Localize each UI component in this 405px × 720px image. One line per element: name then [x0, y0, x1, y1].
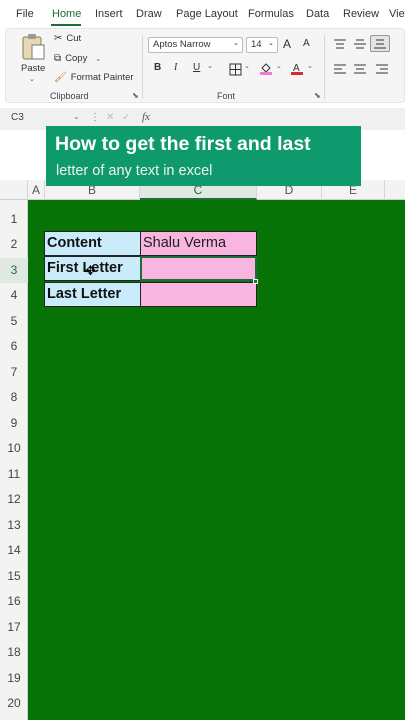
format-painter-label: Format Painter: [70, 72, 134, 83]
row-header-column: 1 2 3 4 5 6 7 8 9 10 11 12 13 14 15 16 1…: [0, 200, 28, 720]
row-header-17[interactable]: 17: [0, 615, 28, 640]
row-header-19[interactable]: 19: [0, 666, 28, 691]
menu-bar: File Home Insert Draw Page Layout Formul…: [0, 0, 405, 28]
dialog-launcher-icon[interactable]: ⬊: [132, 91, 139, 100]
align-left-icon[interactable]: [333, 63, 347, 75]
row-header-6[interactable]: 6: [0, 334, 28, 359]
row-header-11[interactable]: 11: [0, 462, 28, 487]
cut-button[interactable]: ✂ Cut: [54, 33, 81, 44]
grow-font-button[interactable]: A: [283, 37, 291, 51]
row-header-3[interactable]: 3: [0, 258, 28, 283]
row-header-18[interactable]: 18: [0, 640, 28, 665]
tab-formulas[interactable]: Formulas: [248, 8, 294, 20]
align-middle-icon[interactable]: [353, 38, 367, 50]
name-box-value: C3: [11, 112, 24, 123]
row-header-8[interactable]: 8: [0, 385, 28, 410]
shrink-font-button[interactable]: A: [303, 38, 310, 49]
font-size-dropdown[interactable]: 14 ⌄: [246, 37, 278, 53]
row-header-1[interactable]: 1: [0, 207, 28, 232]
tab-file[interactable]: File: [16, 8, 34, 20]
active-tab-indicator: [51, 24, 81, 26]
banner-subtitle: letter of any text in excel: [56, 163, 213, 179]
font-group-label: Font: [217, 91, 236, 101]
title-banner: How to get the first and last letter of …: [46, 126, 361, 186]
align-center-icon[interactable]: [353, 63, 367, 75]
fill-color-icon[interactable]: [259, 61, 273, 75]
clipboard-group-label: Clipboard: [50, 91, 89, 101]
group-divider: [324, 35, 325, 99]
paste-label: Paste: [21, 63, 46, 74]
cell-b2[interactable]: Content: [44, 231, 141, 256]
column-header-a[interactable]: A: [28, 180, 45, 200]
cut-label: Cut: [66, 33, 82, 44]
row-header-7[interactable]: 7: [0, 360, 28, 385]
tab-home[interactable]: Home: [52, 8, 81, 20]
tab-view[interactable]: View: [389, 8, 405, 20]
chevron-down-icon: ⌄: [233, 40, 239, 47]
more-icon[interactable]: ⋮: [90, 112, 100, 123]
align-right-icon[interactable]: [375, 63, 389, 75]
cell-c4[interactable]: [140, 282, 257, 307]
copy-icon: ⧉: [54, 53, 62, 64]
tab-draw[interactable]: Draw: [136, 8, 162, 20]
borders-icon[interactable]: [229, 63, 242, 76]
align-bottom-button[interactable]: [370, 35, 390, 52]
tab-insert[interactable]: Insert: [95, 8, 123, 20]
mouse-pointer-icon: ✥: [85, 263, 96, 278]
row-header-15[interactable]: 15: [0, 564, 28, 589]
paintbrush-icon: 🖌: [54, 72, 67, 83]
row-header-12[interactable]: 12: [0, 487, 28, 512]
row-header-4[interactable]: 4: [0, 283, 28, 308]
font-name-dropdown[interactable]: Aptos Narrow ⌄: [148, 37, 243, 53]
copy-button[interactable]: ⧉ Copy ⌄: [54, 53, 101, 64]
font-color-icon[interactable]: A: [290, 61, 304, 75]
dialog-launcher-icon[interactable]: ⬊: [314, 91, 321, 100]
group-divider: [142, 35, 143, 99]
bold-button[interactable]: B: [154, 62, 161, 73]
row-header-2[interactable]: 2: [0, 232, 28, 257]
cell-b4[interactable]: Last Letter: [44, 282, 141, 307]
chevron-down-icon: ⌄: [268, 40, 274, 47]
chevron-down-icon[interactable]: ⌄: [207, 62, 213, 70]
chevron-down-icon[interactable]: ⌄: [244, 62, 250, 70]
underline-button[interactable]: U: [193, 62, 200, 73]
row-header-16[interactable]: 16: [0, 589, 28, 614]
scissors-icon: ✂: [54, 33, 63, 44]
clipboard-icon: [22, 34, 45, 60]
align-top-icon[interactable]: [333, 38, 347, 50]
enter-icon[interactable]: ✓: [122, 112, 130, 123]
row-header-20[interactable]: 20: [0, 691, 28, 716]
tab-review[interactable]: Review: [343, 8, 379, 20]
paste-button[interactable]: Paste ⌄: [14, 33, 50, 85]
chevron-down-icon: ⌄: [73, 112, 80, 121]
cell-c3[interactable]: [140, 256, 257, 281]
chevron-down-icon[interactable]: ⌄: [307, 62, 313, 70]
cell-c2[interactable]: Shalu Verma: [140, 231, 257, 256]
row-header-13[interactable]: 13: [0, 513, 28, 538]
row-header-10[interactable]: 10: [0, 436, 28, 461]
tab-data[interactable]: Data: [306, 8, 329, 20]
cancel-icon[interactable]: ✕: [106, 112, 114, 123]
chevron-down-icon: ⌄: [29, 76, 35, 83]
fill-handle[interactable]: [253, 279, 258, 284]
font-name-value: Aptos Narrow: [153, 39, 211, 50]
chevron-down-icon[interactable]: ⌄: [276, 62, 282, 70]
italic-button[interactable]: I: [174, 62, 177, 73]
row-header-5[interactable]: 5: [0, 309, 28, 334]
tab-page-layout[interactable]: Page Layout: [176, 8, 238, 20]
select-all-corner[interactable]: [0, 180, 28, 200]
banner-title: How to get the first and last: [55, 133, 311, 155]
align-bottom-icon: [374, 39, 386, 49]
chevron-down-icon: ⌄: [95, 55, 102, 63]
copy-label: Copy: [65, 53, 88, 64]
row-header-14[interactable]: 14: [0, 538, 28, 563]
insert-function-icon[interactable]: fx: [142, 111, 150, 123]
formula-input[interactable]: [160, 112, 400, 126]
font-size-value: 14: [251, 39, 262, 50]
ribbon: Paste ⌄ ✂ Cut ⧉ Copy ⌄ 🖌 Format Painter …: [5, 28, 405, 103]
row-header-9[interactable]: 9: [0, 411, 28, 436]
format-painter-button[interactable]: 🖌 Format Painter: [54, 72, 134, 83]
